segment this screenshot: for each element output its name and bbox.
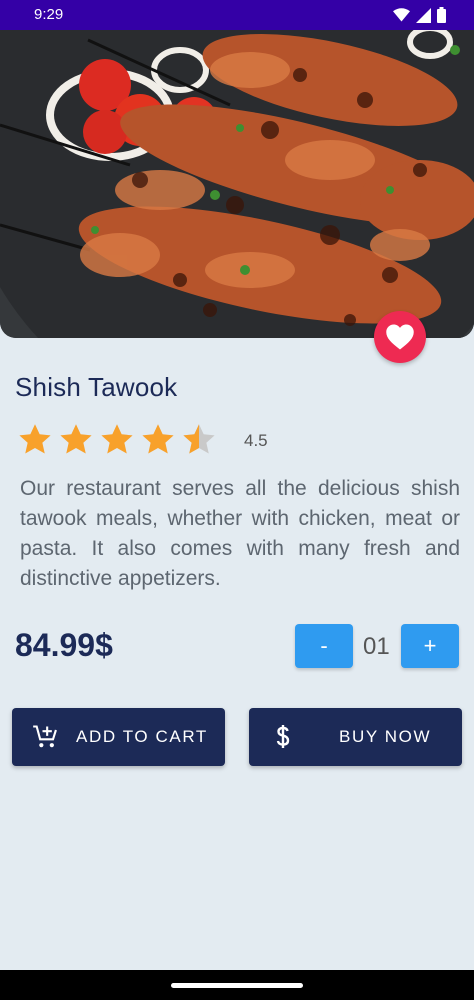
heart-icon (386, 324, 414, 350)
quantity-value: 01 (363, 633, 390, 660)
increase-quantity-button[interactable]: + (401, 624, 459, 668)
decrease-quantity-button[interactable]: - (295, 624, 353, 668)
product-title: Shish Tawook (15, 372, 178, 402)
rating-value: 4.5 (244, 431, 268, 450)
navigation-bar (0, 970, 474, 1000)
battery-icon (437, 7, 446, 23)
status-bar: 9:29 (0, 0, 474, 30)
star-icon (19, 424, 51, 454)
product-image (0, 30, 474, 338)
add-to-cart-label: ADD TO CART (76, 727, 208, 746)
dollar-icon (276, 725, 290, 748)
status-icons (393, 7, 446, 23)
product-price: 84.99$ (15, 627, 113, 663)
status-time: 9:29 (34, 6, 64, 23)
wifi-icon (393, 7, 410, 21)
signal-icon (416, 7, 431, 23)
product-description: Our restaurant serves all the delicious … (20, 477, 460, 590)
home-gesture-bar[interactable] (171, 983, 303, 988)
star-icon (142, 424, 174, 454)
half-star-icon (183, 424, 215, 454)
star-icon (101, 424, 133, 454)
favorite-button[interactable] (374, 311, 426, 363)
rating-stars (17, 422, 217, 458)
add-cart-icon (33, 725, 57, 748)
add-to-cart-button[interactable]: ADD TO CART (12, 708, 225, 766)
buy-now-button[interactable]: BUY NOW (249, 708, 462, 766)
buy-now-label: BUY NOW (339, 727, 432, 746)
star-icon (60, 424, 92, 454)
